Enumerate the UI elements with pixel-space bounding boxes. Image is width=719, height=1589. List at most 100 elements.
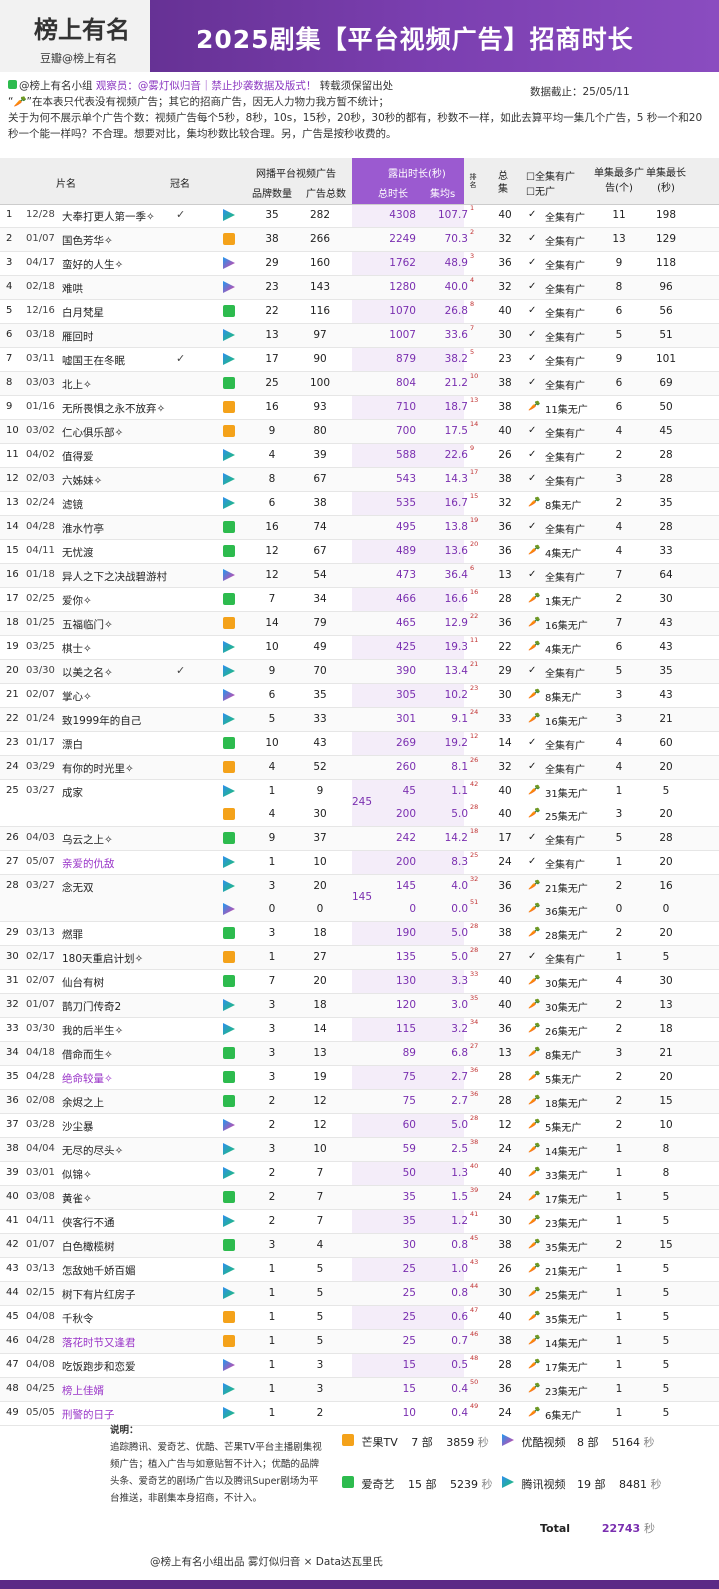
max-ads: 1 bbox=[615, 1359, 623, 1371]
episodes: 38 bbox=[498, 401, 512, 413]
ad-status: 17集无广 bbox=[545, 1363, 588, 1374]
total-length: 25 bbox=[402, 1311, 416, 1323]
tencent-icon bbox=[223, 999, 235, 1011]
ad-status: 全集有广 bbox=[545, 525, 585, 536]
brand-count: 16 bbox=[265, 521, 279, 533]
col-episodes: 总集 bbox=[498, 171, 508, 195]
ad-check: ✓ bbox=[528, 761, 537, 772]
ad-total: 5 bbox=[316, 1311, 324, 1323]
total-length: 879 bbox=[395, 353, 416, 365]
max-ads: 5 bbox=[615, 832, 623, 844]
max-length: 15 bbox=[659, 1239, 673, 1251]
total-length: 130 bbox=[395, 975, 416, 987]
avg-length: 1.3 bbox=[451, 1167, 468, 1179]
brand-count: 5 bbox=[268, 713, 276, 725]
row-number: 33 bbox=[6, 1023, 19, 1034]
youku-icon bbox=[223, 689, 235, 701]
brand-count: 1 bbox=[268, 785, 276, 797]
rank: 11 bbox=[470, 636, 479, 644]
release-date: 04/28 bbox=[26, 1071, 55, 1082]
ad-status: 36集无广 bbox=[545, 907, 588, 918]
tencent-icon bbox=[223, 473, 235, 485]
ad-total: 20 bbox=[313, 975, 327, 987]
total-length: 1007 bbox=[389, 329, 416, 341]
avg-length: 5.0 bbox=[451, 951, 468, 963]
ad-total: 12 bbox=[313, 1119, 327, 1131]
table-row: 29 03/13 燃罪 3 18 190 5.0 28 38 🥕 28集无广 2 20 bbox=[0, 922, 719, 946]
ad-check: 🥕 bbox=[528, 927, 541, 938]
max-length: 60 bbox=[659, 737, 673, 749]
release-date: 02/24 bbox=[26, 497, 55, 508]
max-ads: 2 bbox=[615, 449, 623, 461]
ad-total: 266 bbox=[309, 233, 331, 245]
rank: 24 bbox=[470, 708, 479, 716]
mango-icon bbox=[342, 1434, 354, 1446]
episodes: 40 bbox=[498, 785, 512, 797]
avg-length: 0.0 bbox=[451, 903, 468, 915]
release-date: 03/30 bbox=[26, 1023, 55, 1034]
rank: 28 bbox=[470, 946, 479, 954]
max-length: 30 bbox=[659, 975, 673, 987]
ad-status: 30集无广 bbox=[545, 979, 588, 990]
show-name: 沙尘暴 bbox=[62, 1121, 94, 1133]
show-name: 树下有片红房子 bbox=[62, 1289, 136, 1301]
table-row: 32 01/07 鹊刀门传奇2 3 18 120 3.0 35 40 🥕 30集无广 2 13 bbox=[0, 994, 719, 1018]
crown-check: ✓ bbox=[176, 352, 186, 365]
max-length: 5 bbox=[662, 1191, 670, 1203]
row-number: 2 bbox=[6, 233, 13, 244]
release-date: 03/25 bbox=[26, 641, 55, 652]
ad-total: 90 bbox=[313, 353, 327, 365]
rank: 48 bbox=[470, 1354, 479, 1362]
rank: 17 bbox=[470, 468, 479, 476]
release-date: 04/25 bbox=[26, 1383, 55, 1394]
release-date: 01/07 bbox=[26, 999, 55, 1010]
row-number: 13 bbox=[6, 497, 19, 508]
release-date: 02/03 bbox=[26, 473, 55, 484]
rank: 16 bbox=[470, 588, 479, 596]
platform-cell bbox=[223, 1239, 236, 1251]
brand-count: 12 bbox=[265, 569, 279, 581]
episodes: 38 bbox=[498, 377, 512, 389]
table-row: 15 04/11 无忧渡 12 67 489 13.6 20 36 🥕 4集无广 4 33 bbox=[0, 540, 719, 564]
brand-count: 1 bbox=[268, 1383, 276, 1395]
avg-length: 0.7 bbox=[451, 1335, 468, 1347]
ad-check: 🥕 bbox=[528, 1095, 541, 1106]
max-ads: 2 bbox=[615, 593, 623, 605]
total-length: 535 bbox=[395, 497, 416, 509]
ad-total: 34 bbox=[313, 593, 327, 605]
platform-cell bbox=[223, 903, 236, 915]
show-name: 绝命较量✧ bbox=[62, 1073, 113, 1085]
show-name: 借命而生✧ bbox=[62, 1049, 113, 1061]
brand-count: 9 bbox=[268, 425, 276, 437]
rank: 34 bbox=[470, 1018, 479, 1026]
brand-count: 2 bbox=[268, 1119, 276, 1131]
ad-check: 🥕 bbox=[528, 1215, 541, 1226]
summary-mango: 芒果TV 7 部 3859 秒 bbox=[342, 1434, 489, 1450]
max-ads: 2 bbox=[615, 927, 623, 939]
max-length: 5 bbox=[662, 1263, 670, 1275]
ad-total: 116 bbox=[309, 305, 331, 317]
rank: 6 bbox=[470, 564, 475, 572]
max-length: 43 bbox=[659, 617, 673, 629]
show-name: 落花时节又逢君 bbox=[62, 1337, 136, 1349]
max-length: 5 bbox=[662, 1287, 670, 1299]
platform-cell bbox=[223, 425, 236, 437]
episodes: 40 bbox=[498, 999, 512, 1011]
avg-length: 3.3 bbox=[451, 975, 468, 987]
brand-count: 7 bbox=[268, 975, 276, 987]
brand-count: 9 bbox=[268, 832, 276, 844]
avg-length: 13.6 bbox=[444, 545, 468, 557]
total-length: 495 bbox=[395, 521, 416, 533]
max-ads: 5 bbox=[615, 665, 623, 677]
col-exposure-group: 露出时长(秒) bbox=[388, 169, 446, 180]
show-name: 大奉打更人第一季✧ bbox=[62, 211, 155, 223]
episodes: 23 bbox=[498, 353, 512, 365]
avg-length: 14.2 bbox=[444, 832, 468, 844]
episodes: 36 bbox=[498, 257, 512, 269]
release-date: 03/01 bbox=[26, 1167, 55, 1178]
ad-status: 全集有广 bbox=[545, 261, 585, 272]
episodes: 33 bbox=[498, 713, 512, 725]
summary-section: 说明： 追踪腾讯、爱奇艺、优酷、芒果TV平台主播剧集视频广告；植入广告与如意贴暂… bbox=[0, 1400, 719, 1550]
ad-check: ✓ bbox=[528, 305, 537, 316]
ad-status: 全集有广 bbox=[545, 860, 585, 871]
